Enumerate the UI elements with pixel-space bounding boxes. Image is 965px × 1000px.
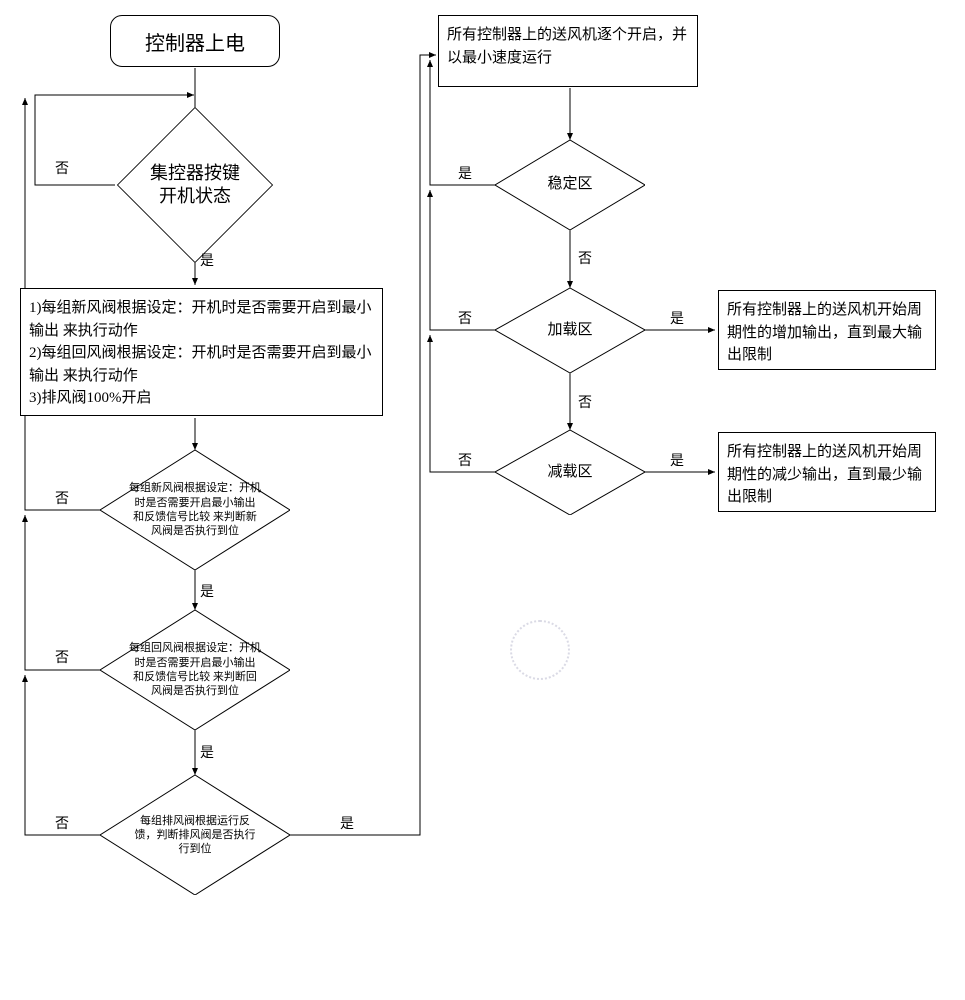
label-no-5: 否 [578,248,592,268]
node-valve-settings: 1)每组新风阀根据设定：开机时是否需要开启到最小输出 来执行动作 2)每组回风阀… [20,288,383,416]
label-yes-7: 是 [670,450,684,470]
stable-zone-label: 稳定区 [495,140,645,230]
label-yes-6: 是 [670,308,684,328]
unload-zone-label: 减载区 [495,430,645,515]
label-yes-1: 是 [200,250,214,270]
label-no-7: 否 [578,392,592,412]
node-power-on: 控制器上电 [110,15,280,67]
key-status-label: 集控器按键 开机状态 [130,120,260,250]
load-zone-label: 加载区 [495,288,645,373]
fan-start-label: 所有控制器上的送风机逐个开启，并以最小速度运行 [447,24,689,69]
node-key-status: 集控器按键 开机状态 [130,120,260,250]
watermark-icon [510,620,570,680]
node-unload-zone: 减载区 [495,430,645,515]
node-increase-output: 所有控制器上的送风机开始周期性的增加输出，直到最大输出限制 [718,290,936,370]
label-yes-4: 是 [340,813,354,833]
label-yes-2: 是 [200,581,214,601]
power-on-label: 控制器上电 [145,27,245,56]
node-fresh-valve-check: 每组新风阀根据设定：开机时是否需要开启最小输出 和反馈信号比较 来判断新风阀是否… [100,450,290,570]
node-return-valve-check: 每组回风阀根据设定：开机时是否需要开启最小输出 和反馈信号比较 来判断回风阀是否… [100,610,290,730]
exhaust-valve-check-label: 每组排风阀根据运行反馈，判断排风阀是否执行行到位 [100,775,290,895]
label-no-4: 否 [55,813,69,833]
label-no-2: 否 [55,488,69,508]
node-decrease-output: 所有控制器上的送风机开始周期性的减少输出，直到最少输出限制 [718,432,936,512]
node-stable-zone: 稳定区 [495,140,645,230]
decrease-output-label: 所有控制器上的送风机开始周期性的减少输出，直到最少输出限制 [727,441,927,509]
increase-output-label: 所有控制器上的送风机开始周期性的增加输出，直到最大输出限制 [727,299,927,367]
fresh-valve-check-label: 每组新风阀根据设定：开机时是否需要开启最小输出 和反馈信号比较 来判断新风阀是否… [100,450,290,570]
label-yes-3: 是 [200,742,214,762]
node-exhaust-valve-check: 每组排风阀根据运行反馈，判断排风阀是否执行行到位 [100,775,290,895]
label-yes-5: 是 [458,163,472,183]
node-load-zone: 加载区 [495,288,645,373]
label-no-6: 否 [458,308,472,328]
return-valve-check-label: 每组回风阀根据设定：开机时是否需要开启最小输出 和反馈信号比较 来判断回风阀是否… [100,610,290,730]
node-fan-start: 所有控制器上的送风机逐个开启，并以最小速度运行 [438,15,698,87]
label-no-1: 否 [55,158,69,178]
label-no-3: 否 [55,647,69,667]
valve-settings-label: 1)每组新风阀根据设定：开机时是否需要开启到最小输出 来执行动作 2)每组回风阀… [29,297,374,410]
label-no-8: 否 [458,450,472,470]
